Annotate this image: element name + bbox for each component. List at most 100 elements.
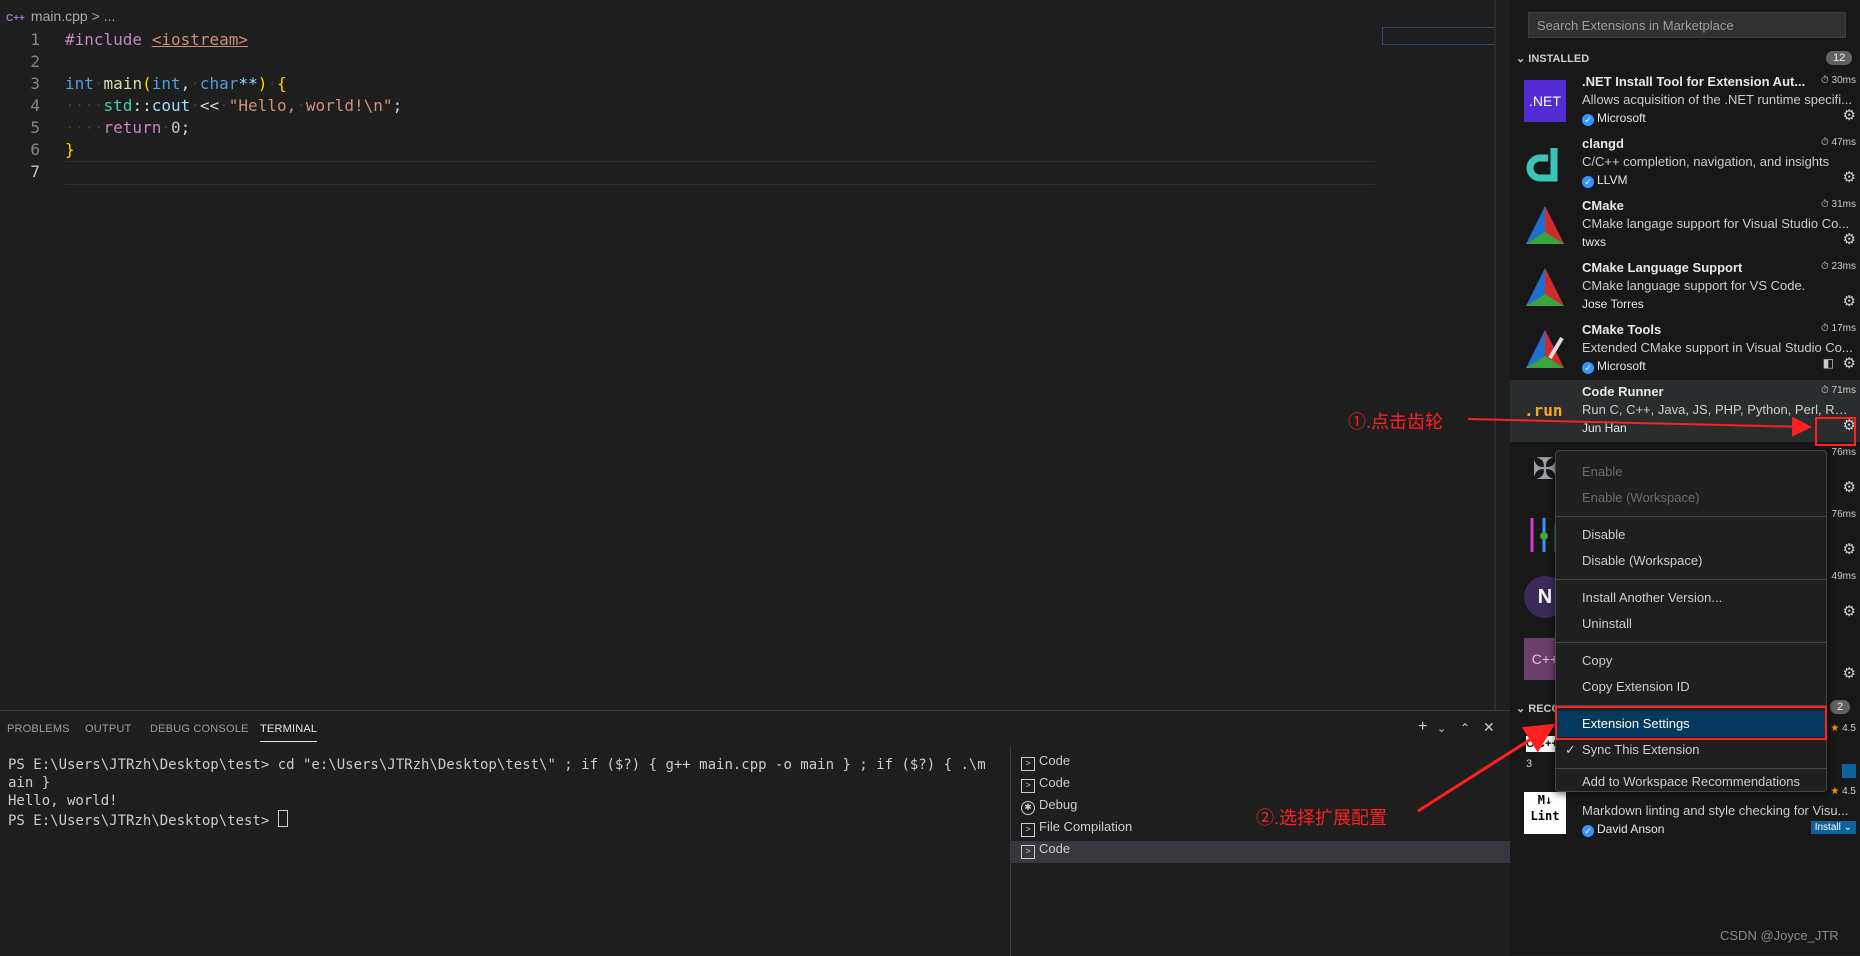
menu-separator [1556,516,1826,517]
tab-debug-console[interactable]: DEBUG CONSOLE [150,723,249,735]
extension-name: CMake [1582,198,1624,213]
code-line-3[interactable]: int·main(int,·char**)·{ [65,74,287,93]
extension-description: Extended CMake support in Visual Studio … [1582,340,1853,355]
search-input[interactable]: Search Extensions in Marketplace [1528,12,1846,38]
activation-time: ⏱ 47ms [1820,137,1856,148]
code-line-6[interactable]: } [65,140,75,159]
tab-terminal[interactable]: TERMINAL [260,723,318,742]
recommended-count-badge: 2 [1830,700,1851,714]
menu-item-add-to-workspace-recommendations[interactable]: Add to Workspace Recommendations [1556,773,1826,791]
gear-icon[interactable]: ⚙ [1843,354,1856,372]
extension-name: clangd [1582,136,1624,151]
menu-item-uninstall[interactable]: Uninstall [1556,611,1826,637]
debug-icon: ✱ [1021,801,1035,815]
terminal-list-item[interactable]: > Code [1011,775,1511,797]
code-runner-icon: .run [1524,401,1563,420]
activation-time: 76ms [1831,447,1856,458]
install-button[interactable] [1842,764,1856,778]
terminal-list-label: Code [1039,841,1071,856]
extension-description: Run C, C++, Java, JS, PHP, Python, Perl,… [1582,402,1854,417]
installed-section-header[interactable]: ⌄ INSTALLED [1516,52,1589,65]
extension-description: CMake language support for VS Code. [1582,278,1806,293]
extension-publisher: ✓ Microsoft [1582,359,1646,374]
line-number: 3 [30,74,40,93]
verified-icon: ✓ [1582,176,1594,188]
menu-item-copy[interactable]: Copy [1556,648,1826,674]
chevron-down-icon[interactable]: ⌄ [1437,722,1446,735]
gear-icon[interactable]: ⚙ [1843,540,1856,558]
terminal-list-item[interactable]: > Code [1011,753,1511,775]
annotation-gear-highlight [1815,417,1856,446]
extension-publisher: Jose Torres [1582,297,1644,311]
minimap[interactable] [1382,27,1496,45]
menu-item-disable[interactable]: Disable [1556,522,1826,548]
code-line-1[interactable]: #include <iostream> [65,30,248,49]
current-line-highlight [65,161,1375,185]
annotation-step1: ①.点击齿轮 [1348,412,1444,432]
install-button[interactable]: Install ⌄ [1810,821,1856,834]
gear-icon[interactable]: ⚙ [1843,168,1856,186]
extension-description: CMake langage support for Visual Studio … [1582,216,1850,231]
breadcrumb-symbol[interactable]: ... [104,8,116,24]
extension-pack-icon[interactable]: ◧ [1823,356,1834,370]
menu-item-copy-extension-id[interactable]: Copy Extension ID [1556,674,1826,700]
clangd-icon [1524,142,1566,184]
gear-icon[interactable]: ⚙ [1843,292,1856,310]
rating: ★ 4.5 [1830,723,1856,734]
close-icon[interactable]: ✕ [1483,719,1495,736]
extension-item[interactable]: CMake Tools Extended CMake support in Vi… [1510,318,1860,380]
rating: ★ 4.5 [1830,786,1856,797]
extension-name: CMake Tools [1582,322,1662,337]
breadcrumb-separator: > [91,8,100,24]
gear-icon[interactable]: ⚙ [1843,664,1856,682]
gear-icon[interactable]: ⚙ [1843,106,1856,124]
extension-item[interactable]: CMake Language Support CMake language su… [1510,256,1860,318]
menu-item-sync-this-extension[interactable]: ✓ Sync This Extension [1556,737,1826,763]
code-line-5[interactable]: ····return·0; [65,118,190,137]
menu-item-disable-workspace[interactable]: Disable (Workspace) [1556,548,1826,574]
new-terminal-icon[interactable]: + [1418,718,1427,736]
gear-icon[interactable]: ⚙ [1843,230,1856,248]
extension-item-code-runner[interactable]: .run Code Runner Run C, C++, Java, JS, P… [1510,380,1860,442]
activation-time: ⏱ 31ms [1820,199,1856,210]
terminal-cursor [277,810,288,827]
activation-time: ⏱ 17ms [1820,323,1856,334]
tab-output[interactable]: OUTPUT [85,723,131,735]
menu-item-install-another-version[interactable]: Install Another Version... [1556,585,1826,611]
line-number: 1 [30,30,40,49]
markdownlint-icon: M↓ Lint [1524,792,1566,834]
breadcrumb[interactable]: C++ main.cpp > ... [0,8,115,28]
verified-icon: ✓ [1582,362,1594,374]
terminal-list-label: Debug [1039,797,1078,812]
extension-item[interactable]: .NET .NET Install Tool for Extension Aut… [1510,70,1860,132]
extension-item[interactable]: CMake CMake langage support for Visual S… [1510,194,1860,256]
watermark: CSDN @Joyce_JTR [1720,928,1839,943]
bottom-panel: PROBLEMS OUTPUT DEBUG CONSOLE TERMINAL +… [0,710,1511,956]
extension-name: .NET Install Tool for Extension Aut... [1582,74,1806,89]
extension-publisher: ✓ David Anson [1582,822,1664,837]
gear-icon[interactable]: ⚙ [1843,602,1856,620]
line-number-current: 7 [30,162,40,181]
menu-item-enable[interactable]: Enable [1556,459,1826,485]
tab-problems[interactable]: PROBLEMS [7,723,70,735]
menu-separator [1556,642,1826,643]
code-line-4[interactable]: ····std::cout·<<·"Hello,·world!\n"; [65,96,402,115]
installed-count-badge: 12 [1826,51,1853,65]
terminal-output[interactable]: PS E:\Users\JTRzh\Desktop\test> cd "e:\U… [8,756,986,830]
terminal-list-label: Code [1039,753,1071,768]
menu-separator [1556,579,1826,580]
breadcrumb-file[interactable]: main.cpp [31,8,88,24]
extension-name: CMake Language Support [1582,260,1743,275]
extension-item[interactable]: clangd C/C++ completion, navigation, and… [1510,132,1860,194]
activation-time: 49ms [1831,571,1856,582]
recommended-section-header[interactable]: ⌄ RECO [1516,702,1560,715]
menu-item-enable-workspace[interactable]: Enable (Workspace) [1556,485,1826,511]
annotation-settings-highlight [1555,706,1827,740]
editor-area[interactable]: C++ main.cpp > ... 1 2 3 4 5 6 7 #include… [0,0,1500,710]
terminal-list-item-selected[interactable]: > Code [1011,841,1511,863]
editor-scrollbar[interactable] [1494,0,1496,710]
gear-icon[interactable]: ⚙ [1843,478,1856,496]
terminal-prompt-line: PS E:\Users\JTRzh\Desktop\test> [8,810,986,830]
terminal-list-label: Code [1039,775,1071,790]
maximize-panel-icon[interactable]: ⌃ [1460,721,1470,735]
